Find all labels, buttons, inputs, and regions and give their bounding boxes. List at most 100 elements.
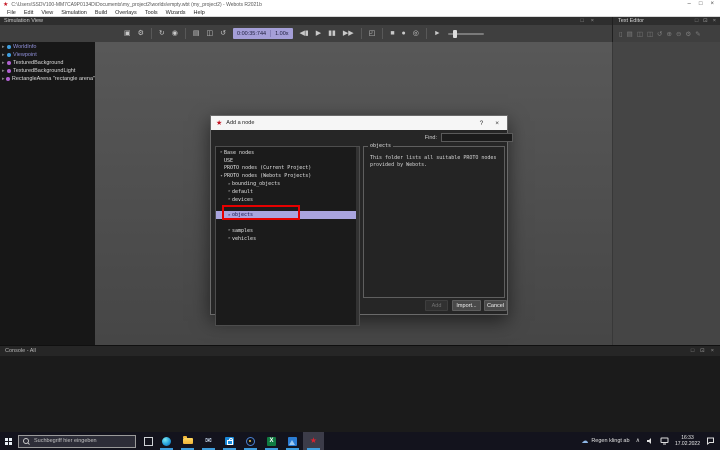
zoom-out-icon[interactable]: ⊖: [676, 30, 681, 38]
float-icon[interactable]: ⊡: [703, 18, 708, 24]
tree-scrollbar[interactable]: [356, 147, 359, 325]
save-as-icon[interactable]: ◫: [647, 30, 653, 38]
taskbar-photos-button[interactable]: [282, 432, 303, 450]
tray-chevron-up-icon[interactable]: ∧: [636, 432, 640, 450]
reload-world-icon[interactable]: ↺: [220, 25, 226, 42]
open-world-icon[interactable]: ▤: [193, 25, 200, 42]
zoom-in-icon[interactable]: ⊕: [667, 30, 672, 38]
pause-icon[interactable]: ▮▮: [328, 25, 336, 42]
scene-tree-item-texturedbackground[interactable]: ▸ TexturedBackground: [0, 59, 95, 67]
menu-item-help[interactable]: Help: [190, 9, 209, 17]
dialog-close-button[interactable]: ×: [495, 120, 499, 127]
eye-icon[interactable]: ◉: [172, 25, 178, 42]
float-icon[interactable]: ⊡: [700, 348, 705, 354]
scene-tree-item-texturedbackgroundlight[interactable]: ▸ TexturedBackgroundLight: [0, 67, 95, 75]
taskbar-webots-button[interactable]: ★: [303, 432, 324, 450]
overlay-windows-icon[interactable]: ◰: [369, 25, 376, 42]
node-info-description: This folder lists all suitable PROTO nod…: [364, 147, 504, 177]
dialog-titlebar[interactable]: ★ Add a node ? ×: [211, 116, 507, 130]
console-title: Console - All: [0, 348, 36, 354]
undock-icon[interactable]: □: [580, 18, 583, 24]
menu-item-wizards[interactable]: Wizards: [162, 9, 190, 17]
step-back-icon[interactable]: ◀▮: [300, 25, 309, 42]
find-input[interactable]: [441, 133, 513, 142]
import-button[interactable]: Import...: [452, 300, 481, 311]
taskbar-store-button[interactable]: [219, 432, 240, 450]
tree-item-bounding-objects[interactable]: bounding_objects: [216, 180, 359, 188]
new-file-icon[interactable]: ▯: [619, 30, 623, 38]
scene-tree-item-worldinfo[interactable]: ▸ WorldInfo: [0, 43, 95, 51]
taskbar-file-explorer-button[interactable]: [177, 432, 198, 450]
reset-simulation-icon[interactable]: ↻: [159, 25, 165, 42]
close-dock-icon[interactable]: ×: [711, 348, 714, 354]
taskbar-search[interactable]: [18, 435, 136, 448]
tree-item-base-nodes[interactable]: Base nodes: [216, 149, 359, 157]
scene-tree-item-rectanglearena[interactable]: ▸ RectangleArena "rectangle arena": [0, 75, 95, 83]
menu-item-simulation[interactable]: Simulation: [57, 9, 91, 17]
open-file-icon[interactable]: ▤: [627, 30, 633, 38]
tree-item-proto-current-project[interactable]: PROTO nodes (Current Project): [216, 165, 359, 173]
scene-tree-panel: ▸ WorldInfo ▸ Viewpoint ▸ TexturedBackgr…: [0, 42, 95, 345]
tree-item-obscured[interactable]: [216, 219, 359, 227]
add-button[interactable]: Add: [425, 300, 448, 311]
start-button[interactable]: [0, 432, 16, 450]
node-info-groupbox: objects This folder lists all suitable P…: [363, 146, 505, 298]
speed-slider[interactable]: [448, 33, 484, 35]
menu-item-build[interactable]: Build: [91, 9, 111, 17]
search-input[interactable]: [32, 437, 135, 445]
save-world-icon[interactable]: ◫: [207, 25, 214, 42]
tree-item-samples[interactable]: samples: [216, 227, 359, 235]
tree-item-devices[interactable]: devices: [216, 196, 359, 204]
tree-item-proto-webots-projects[interactable]: PROTO nodes (Webots Projects): [216, 172, 359, 180]
menu-item-overlays[interactable]: Overlays: [111, 9, 141, 17]
undock-icon[interactable]: □: [691, 348, 694, 354]
text-editor-toolbar: ▯ ▤ ◫ ◫ ↺ ⊕ ⊖ ⚙ ✎: [612, 25, 720, 42]
node-info-title: objects: [368, 143, 393, 149]
taskbar-edge-button[interactable]: [156, 432, 177, 450]
editor-settings-icon[interactable]: ⚙: [685, 30, 691, 38]
pen-icon[interactable]: ✎: [695, 30, 700, 38]
undock-icon[interactable]: □: [695, 18, 698, 24]
screenshot-icon[interactable]: ◎: [413, 25, 419, 42]
clock[interactable]: 16:33 17.02.2022: [675, 435, 700, 447]
save-file-icon[interactable]: ◫: [637, 30, 643, 38]
tree-item-default[interactable]: default: [216, 188, 359, 196]
action-center-icon[interactable]: [706, 437, 715, 445]
simulation-view-title: Simulation View: [0, 18, 43, 24]
record-movie-icon[interactable]: ●: [402, 25, 406, 42]
menu-item-edit[interactable]: Edit: [20, 9, 37, 17]
play-icon[interactable]: ▶: [316, 25, 321, 42]
pointer-icon[interactable]: ►: [434, 25, 441, 42]
maximize-button[interactable]: □: [699, 0, 703, 9]
fast-forward-icon[interactable]: ▶▶: [343, 25, 354, 42]
system-tray: ☁ Regen klingt ab ∧ 16:33 17.02.2022: [581, 432, 720, 450]
console-panel: Console - All □ ⊡ ×: [0, 345, 720, 432]
weather-widget[interactable]: ☁ Regen klingt ab: [581, 438, 629, 445]
menu-item-file[interactable]: File: [3, 9, 20, 17]
slider-handle[interactable]: [453, 30, 457, 38]
perspective-icon[interactable]: ▣: [124, 25, 131, 42]
network-display-icon[interactable]: [660, 437, 669, 445]
menu-item-view[interactable]: View: [37, 9, 57, 17]
volume-icon[interactable]: [646, 437, 654, 445]
tree-item-vehicles[interactable]: vehicles: [216, 235, 359, 243]
gear-icon[interactable]: ⚙: [138, 25, 144, 42]
task-view-button[interactable]: [140, 432, 156, 450]
stop-movie-icon[interactable]: ■: [390, 25, 394, 42]
cancel-button[interactable]: Cancel: [484, 300, 507, 311]
scene-tree-item-viewpoint[interactable]: ▸ Viewpoint: [0, 51, 95, 59]
revert-file-icon[interactable]: ↺: [657, 30, 662, 38]
close-dock-icon[interactable]: ×: [713, 18, 716, 24]
taskbar-circular-app-button[interactable]: [240, 432, 261, 450]
close-dock-icon[interactable]: ×: [591, 18, 594, 24]
taskbar-excel-button[interactable]: X: [261, 432, 282, 450]
close-button[interactable]: ×: [710, 0, 714, 9]
dialog-help-button[interactable]: ?: [480, 120, 484, 127]
text-editor-panel[interactable]: [612, 42, 720, 345]
tree-item-use[interactable]: USE: [216, 157, 359, 165]
menu-item-tools[interactable]: Tools: [141, 9, 162, 17]
text-editor-dock-header: Text Editor □ ⊡ ×: [612, 17, 720, 25]
webots-app-icon: ★: [3, 2, 8, 8]
taskbar-mail-button[interactable]: ✉: [198, 432, 219, 450]
minimize-button[interactable]: –: [688, 0, 691, 9]
